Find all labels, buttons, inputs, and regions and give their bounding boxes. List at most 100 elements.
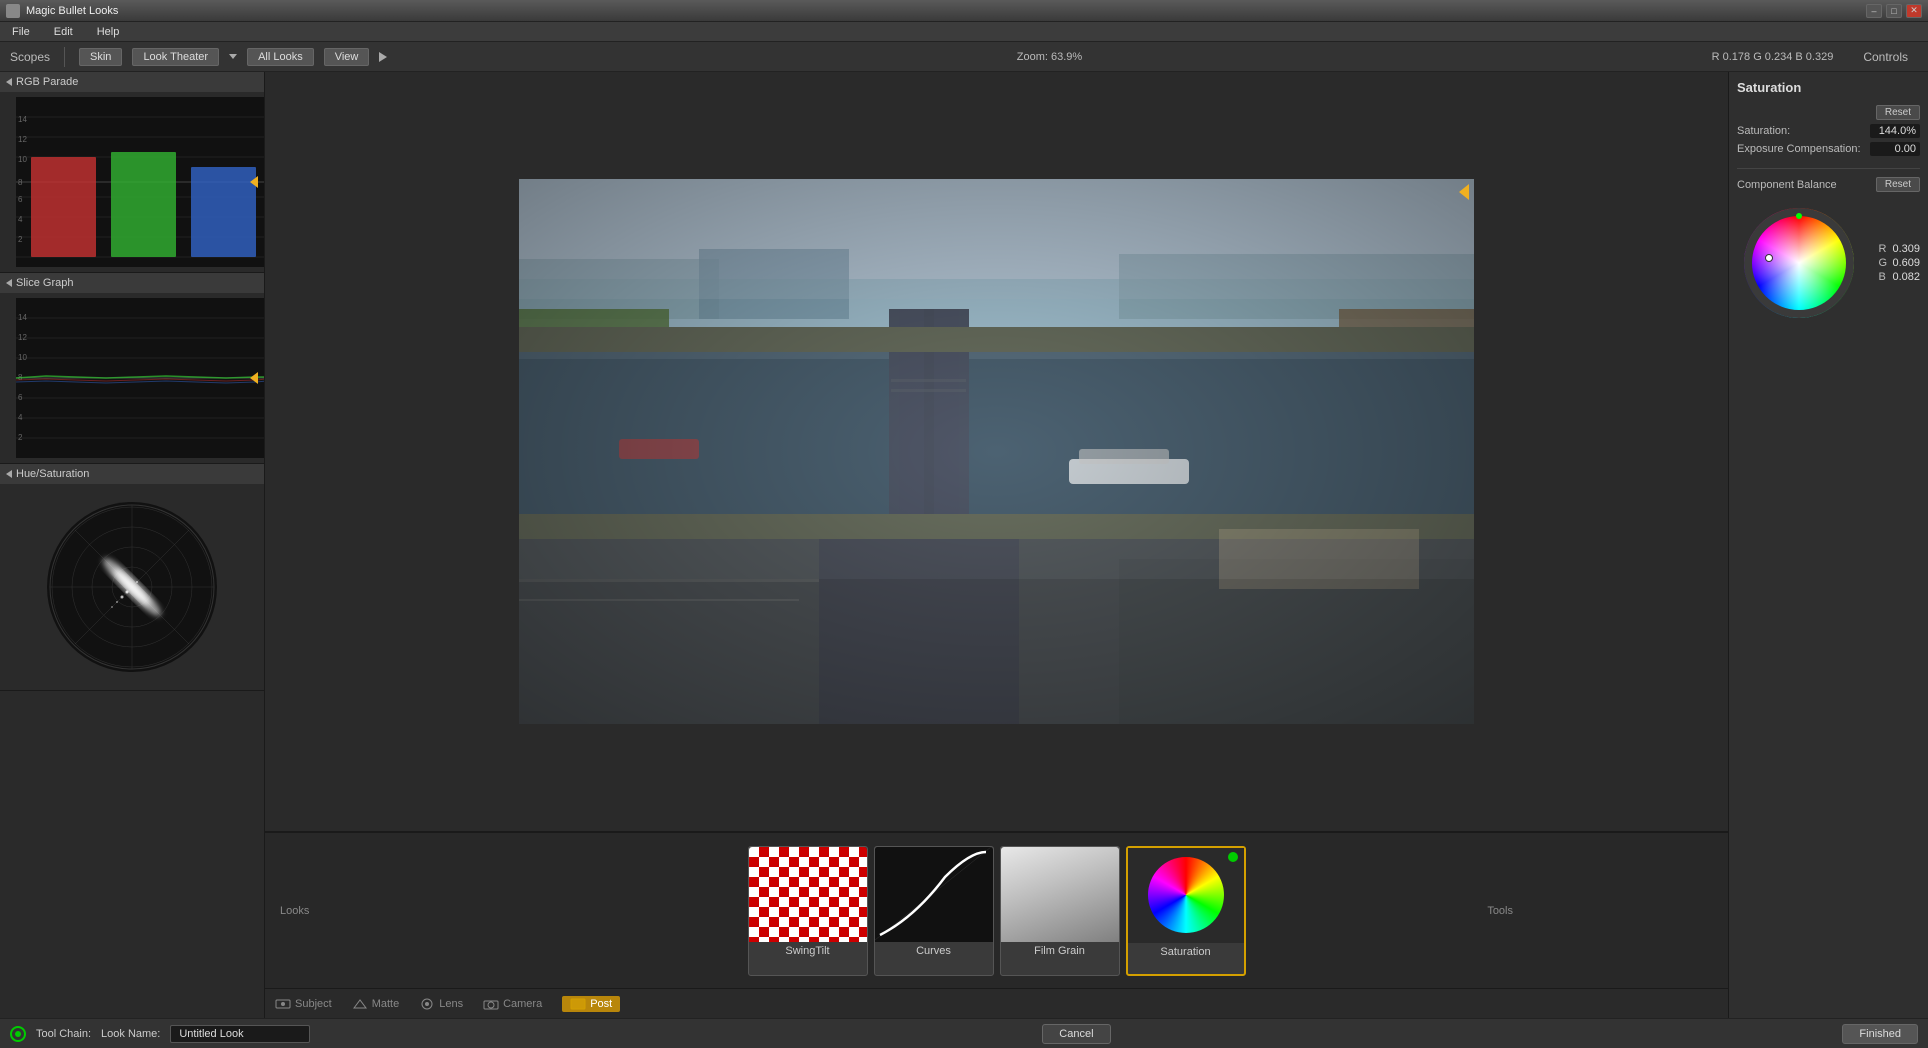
window-controls: – □ ✕ [1866, 4, 1922, 18]
green-indicator-icon [1796, 213, 1802, 219]
paris-image-svg [519, 179, 1474, 724]
g-value: 0.609 [1892, 257, 1920, 269]
effect-card-swingtilt[interactable]: SwingTilt [748, 846, 868, 976]
rgb-parade-canvas: 14 12 10 8 6 4 2 [16, 97, 265, 267]
effect-card-curves[interactable]: Curves [874, 846, 994, 976]
toolchain-power-button[interactable] [10, 1026, 26, 1042]
component-balance-row: Component Balance Reset [1737, 177, 1920, 192]
slice-graph-section: Slice Graph 14 12 10 8 [0, 273, 264, 464]
pipeline-post[interactable]: Post [562, 996, 620, 1012]
slice-graph-canvas: 14 12 10 8 6 4 2 [16, 298, 265, 458]
saturation-control-label: Saturation: [1737, 125, 1790, 137]
b-label: B [1878, 271, 1888, 283]
zoom-info: Zoom: 63.9% [397, 51, 1701, 63]
bottom-area: Looks SwingTilt [265, 831, 1728, 1018]
curves-thumbnail-svg [875, 847, 991, 940]
svg-text:6: 6 [18, 393, 23, 402]
saturation-thumbnail-wrap [1128, 848, 1244, 943]
close-button[interactable]: ✕ [1906, 4, 1922, 18]
hue-saturation-canvas [47, 502, 217, 672]
camera-icon [483, 998, 499, 1010]
r-value-row: R 0.309 [1878, 243, 1920, 255]
r-label: R [1878, 243, 1888, 255]
main-image-view [519, 179, 1474, 724]
component-balance-reset-button[interactable]: Reset [1876, 177, 1920, 192]
pipeline-camera[interactable]: Camera [483, 998, 542, 1010]
look-name-label: Look Name: [101, 1028, 160, 1040]
svg-text:14: 14 [18, 313, 27, 322]
post-icon [570, 998, 586, 1010]
menu-file[interactable]: File [8, 24, 34, 40]
left-panel-scopes: RGB Parade 14 [0, 72, 265, 1018]
saturation-control-value[interactable]: 144.0% [1870, 124, 1920, 138]
maximize-button[interactable]: □ [1886, 4, 1902, 18]
image-container [265, 72, 1728, 831]
menu-edit[interactable]: Edit [50, 24, 77, 40]
finished-button[interactable]: Finished [1842, 1024, 1918, 1044]
slice-graph-header[interactable]: Slice Graph [0, 273, 264, 293]
pipeline-subject[interactable]: Subject [275, 998, 332, 1010]
center-panel: Looks SwingTilt [265, 72, 1728, 1018]
wheel-cursor[interactable] [1765, 254, 1773, 262]
slice-graph-marker [250, 372, 258, 384]
svg-text:10: 10 [18, 353, 27, 362]
controls-title: Saturation [1737, 80, 1920, 95]
rgb-info: R 0.178 G 0.234 B 0.329 [1712, 51, 1834, 63]
pipeline-lens[interactable]: Lens [419, 998, 463, 1010]
slice-graph-svg: 14 12 10 8 6 4 2 [16, 298, 265, 458]
scopes-section: Scopes [10, 50, 50, 64]
dropdown-arrow-icon[interactable] [229, 54, 237, 59]
menu-help[interactable]: Help [93, 24, 124, 40]
pipeline-matte[interactable]: Matte [352, 998, 400, 1010]
svg-text:8: 8 [18, 178, 23, 187]
effects-strip: Looks SwingTilt [265, 833, 1728, 988]
tools-label: Tools [1487, 905, 1513, 917]
matte-icon [352, 998, 368, 1010]
cancel-button[interactable]: Cancel [1042, 1024, 1110, 1044]
app-title: Magic Bullet Looks [26, 5, 1866, 17]
scope-collapse-arrow3-icon [6, 470, 12, 478]
g-value-row: G 0.609 [1878, 257, 1920, 269]
look-name-input[interactable] [170, 1025, 310, 1043]
hue-saturation-title: Hue/Saturation [16, 468, 89, 480]
rgb-parade-header[interactable]: RGB Parade [0, 72, 264, 92]
look-theater-button[interactable]: Look Theater [132, 48, 219, 66]
effect-card-filmgrain[interactable]: Film Grain [1000, 846, 1120, 976]
saturation-control-row: Saturation: 144.0% [1737, 124, 1920, 138]
color-wheel-area: R 0.309 G 0.609 B 0.082 [1737, 198, 1920, 328]
filmgrain-thumbnail [1001, 847, 1119, 942]
color-wheel[interactable] [1744, 208, 1854, 318]
exposure-control-label: Exposure Compensation: [1737, 143, 1861, 155]
rgb-values-display: R 0.309 G 0.609 B 0.082 [1878, 243, 1920, 283]
saturation-reset-button[interactable]: Reset [1876, 105, 1920, 120]
top-toolbar: Scopes Skin Look Theater All Looks View … [0, 42, 1928, 72]
right-panel-controls: Saturation Reset Saturation: 144.0% Expo… [1728, 72, 1928, 1018]
title-bar: Magic Bullet Looks – □ ✕ [0, 0, 1928, 22]
pipeline-toolbar: Subject Matte Lens [265, 988, 1728, 1018]
exposure-control-value[interactable]: 0.00 [1870, 142, 1920, 156]
svg-text:2: 2 [18, 235, 23, 244]
swingtilt-label: SwingTilt [785, 942, 829, 960]
effect-card-saturation[interactable]: Saturation [1126, 846, 1246, 976]
main-area: RGB Parade 14 [0, 72, 1928, 1018]
view-button[interactable]: View [324, 48, 370, 66]
saturation-label: Saturation [1160, 943, 1210, 961]
minimize-button[interactable]: – [1866, 4, 1882, 18]
play-button-icon[interactable] [379, 52, 387, 62]
svg-text:10: 10 [18, 155, 27, 164]
skin-button[interactable]: Skin [79, 48, 122, 66]
svg-text:12: 12 [18, 333, 27, 342]
scopes-label: Scopes [10, 50, 50, 64]
hue-saturation-svg [47, 502, 217, 672]
hue-saturation-section: Hue/Saturation [0, 464, 264, 691]
hue-saturation-header[interactable]: Hue/Saturation [0, 464, 264, 484]
all-looks-button[interactable]: All Looks [247, 48, 314, 66]
g-label: G [1878, 257, 1888, 269]
lens-icon [419, 998, 435, 1010]
app-icon [6, 4, 20, 18]
color-wheel-container[interactable] [1744, 208, 1854, 318]
power-indicator-saturation[interactable] [1228, 852, 1238, 862]
scope-collapse-arrow-icon [6, 78, 12, 86]
b-value-row: B 0.082 [1878, 271, 1920, 283]
subject-icon [275, 998, 291, 1010]
